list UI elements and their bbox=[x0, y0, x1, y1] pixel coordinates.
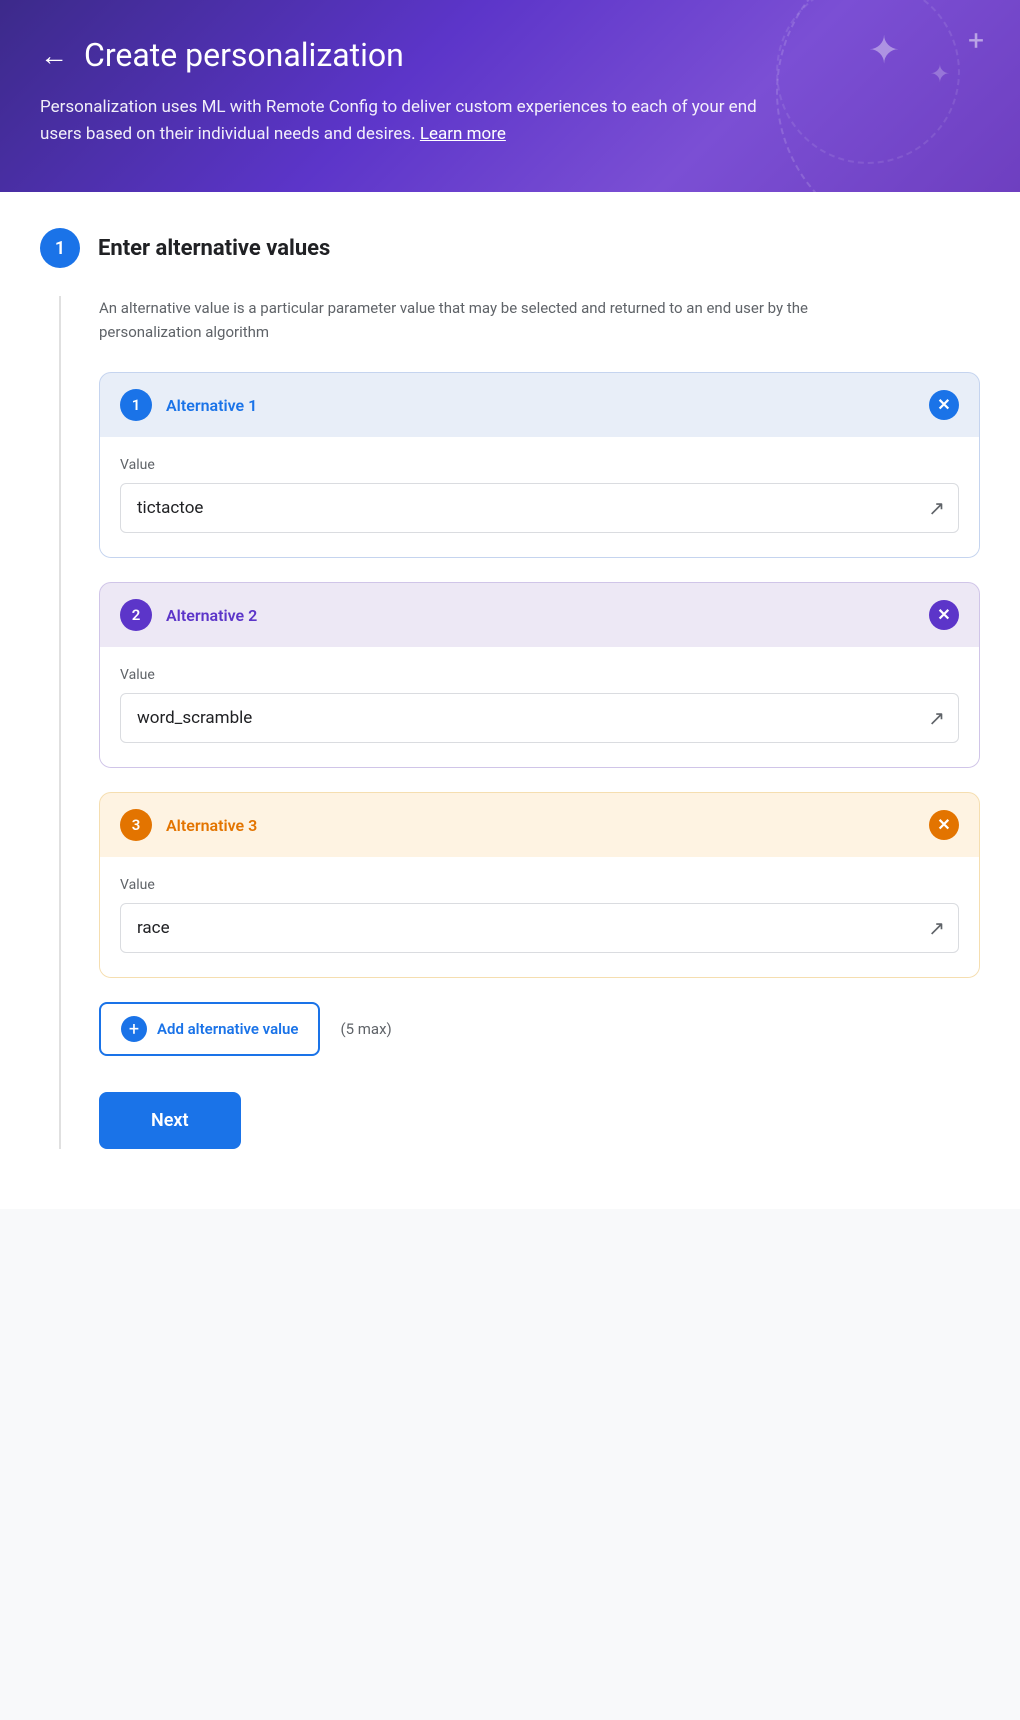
page-title: Create personalization bbox=[84, 36, 404, 74]
plus-icon: + bbox=[968, 24, 984, 57]
alt-label-2: Alternative 2 bbox=[166, 606, 257, 625]
alt-card-header-1: 1 Alternative 1 ✕ bbox=[100, 373, 979, 437]
alt-number-3: 3 bbox=[120, 809, 152, 841]
max-label: (5 max) bbox=[340, 1020, 391, 1038]
sparkle-icon-2: ✦ bbox=[930, 60, 950, 88]
step-description: An alternative value is a particular par… bbox=[99, 296, 839, 344]
alt-number-1: 1 bbox=[120, 389, 152, 421]
alternative-card-2: 2 Alternative 2 ✕ Value ↗ bbox=[99, 582, 980, 768]
value-input-2[interactable] bbox=[120, 693, 959, 743]
value-input-3[interactable] bbox=[120, 903, 959, 953]
alt-number-2: 2 bbox=[120, 599, 152, 631]
sparkle-icon-1: ✦ bbox=[868, 28, 900, 73]
alt-label-1: Alternative 1 bbox=[166, 396, 257, 415]
learn-more-link[interactable]: Learn more bbox=[420, 124, 506, 144]
alternative-card-1: 1 Alternative 1 ✕ Value ↗ bbox=[99, 372, 980, 558]
header-top: ← Create personalization bbox=[40, 36, 980, 74]
value-input-wrapper-3: ↗ bbox=[120, 903, 959, 953]
value-input-1[interactable] bbox=[120, 483, 959, 533]
alt-card-body-1: Value ↗ bbox=[100, 437, 979, 557]
back-button[interactable]: ← bbox=[40, 39, 68, 72]
value-input-wrapper-2: ↗ bbox=[120, 693, 959, 743]
step-content: An alternative value is a particular par… bbox=[59, 296, 980, 1149]
alt-label-3: Alternative 3 bbox=[166, 816, 257, 835]
close-alt-3-button[interactable]: ✕ bbox=[929, 810, 959, 840]
step-header: 1 Enter alternative values bbox=[40, 228, 980, 268]
header-description: Personalization uses ML with Remote Conf… bbox=[40, 94, 800, 148]
main-content: 1 Enter alternative values An alternativ… bbox=[0, 192, 1020, 1209]
add-alternative-row: + Add alternative value (5 max) bbox=[99, 1002, 980, 1056]
alt-card-left-1: 1 Alternative 1 bbox=[120, 389, 257, 421]
value-label-1: Value bbox=[120, 457, 959, 473]
step-title: Enter alternative values bbox=[98, 236, 330, 261]
alt-card-header-3: 3 Alternative 3 ✕ bbox=[100, 793, 979, 857]
add-alternative-button[interactable]: + Add alternative value bbox=[99, 1002, 320, 1056]
value-label-2: Value bbox=[120, 667, 959, 683]
step-number-badge: 1 bbox=[40, 228, 80, 268]
expand-icon-1[interactable]: ↗ bbox=[928, 496, 945, 520]
alt-card-body-2: Value ↗ bbox=[100, 647, 979, 767]
add-alternative-label: Add alternative value bbox=[157, 1020, 298, 1038]
next-button[interactable]: Next bbox=[99, 1092, 241, 1149]
value-label-3: Value bbox=[120, 877, 959, 893]
alt-card-header-2: 2 Alternative 2 ✕ bbox=[100, 583, 979, 647]
value-input-wrapper-1: ↗ bbox=[120, 483, 959, 533]
close-alt-2-button[interactable]: ✕ bbox=[929, 600, 959, 630]
expand-icon-3[interactable]: ↗ bbox=[928, 916, 945, 940]
close-alt-1-button[interactable]: ✕ bbox=[929, 390, 959, 420]
alternative-card-3: 3 Alternative 3 ✕ Value ↗ bbox=[99, 792, 980, 978]
alt-card-body-3: Value ↗ bbox=[100, 857, 979, 977]
header-banner: ← Create personalization ✦ ✦ + Personali… bbox=[0, 0, 1020, 192]
expand-icon-2[interactable]: ↗ bbox=[928, 706, 945, 730]
add-plus-icon: + bbox=[121, 1016, 147, 1042]
alt-card-left-3: 3 Alternative 3 bbox=[120, 809, 257, 841]
alt-card-left-2: 2 Alternative 2 bbox=[120, 599, 257, 631]
